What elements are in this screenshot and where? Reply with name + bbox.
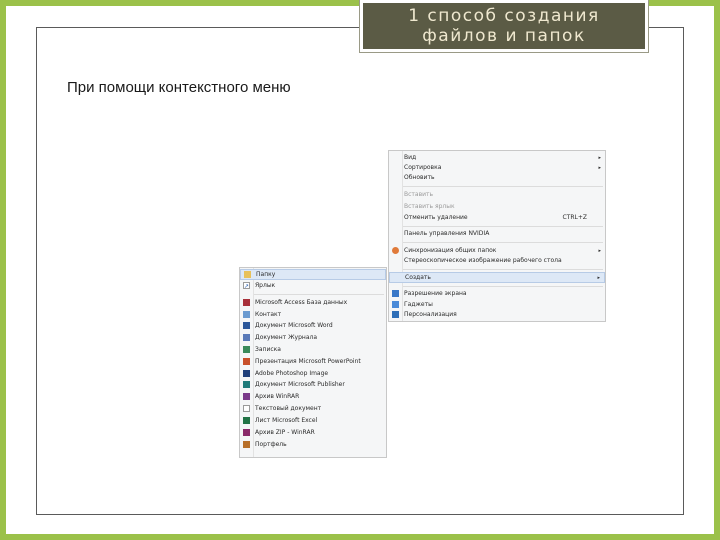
menu-item-label: Документ Журнала xyxy=(255,334,318,341)
menu-item-label: Архив ZIP - WinRAR xyxy=(255,429,315,436)
menu-item-gadgets[interactable]: Гаджеты xyxy=(389,300,605,310)
menu-item-stereo-desktop[interactable]: Стереоскопическое изображение рабочего с… xyxy=(389,256,605,266)
submenu-item-journal-doc[interactable]: Документ Журнала xyxy=(240,333,386,343)
menu-separator xyxy=(403,186,603,187)
menu-item-label: Папку xyxy=(256,271,276,278)
menu-separator xyxy=(403,286,603,287)
menu-item-paste-shortcut[interactable]: Вставить ярлык xyxy=(389,202,605,212)
menu-item-label: Панель управления NVIDIA xyxy=(404,230,490,237)
submenu-item-note[interactable]: Записка xyxy=(240,345,386,355)
submenu-item-photoshop[interactable]: Adobe Photoshop Image xyxy=(240,369,386,379)
menu-item-label: Вставить ярлык xyxy=(404,203,455,210)
menu-item-paste[interactable]: Вставить xyxy=(389,190,605,200)
submenu-item-text-doc[interactable]: Текстовый документ xyxy=(240,404,386,414)
menu-item-label: Персонализация xyxy=(404,311,457,318)
submenu-item-publisher[interactable]: Документ Microsoft Publisher xyxy=(240,380,386,390)
submenu-item-briefcase[interactable]: Портфель xyxy=(240,440,386,450)
text-document-icon xyxy=(243,405,250,412)
folder-icon xyxy=(244,271,251,278)
menu-item-label: Лист Microsoft Excel xyxy=(255,417,318,424)
briefcase-icon xyxy=(243,441,250,448)
menu-item-label: Гаджеты xyxy=(404,301,433,308)
menu-item-nvidia-panel[interactable]: Панель управления NVIDIA xyxy=(389,229,605,239)
menu-item-label: Вид xyxy=(404,154,417,161)
menu-item-label: Обновить xyxy=(404,174,435,181)
menu-item-personalization[interactable]: Персонализация xyxy=(389,310,605,320)
slide-title-line-2: файлов и папок xyxy=(422,26,586,46)
menu-item-label: Текстовый документ xyxy=(255,405,322,412)
menu-item-undo-delete[interactable]: Отменить удаление CTRL+Z xyxy=(389,213,605,223)
submenu-item-contact[interactable]: Контакт xyxy=(240,310,386,320)
menu-item-label: Контакт xyxy=(255,311,282,318)
submenu-item-shortcut[interactable]: ↗ Ярлык xyxy=(240,281,386,291)
monitor-icon xyxy=(392,290,399,297)
slide-subtitle: При помощи контекстного меню xyxy=(67,79,291,96)
menu-item-label: Отменить удаление xyxy=(404,214,468,221)
personalization-icon xyxy=(392,311,399,318)
submenu-arrow-icon: ▸ xyxy=(597,275,600,281)
sync-icon xyxy=(392,247,399,254)
contact-icon xyxy=(243,311,250,318)
photoshop-icon xyxy=(243,370,250,377)
gadgets-icon xyxy=(392,301,399,308)
menu-item-label: Архив WinRAR xyxy=(255,393,300,400)
excel-icon xyxy=(243,417,250,424)
publisher-icon xyxy=(243,381,250,388)
menu-item-label: Синхронизация общих папок xyxy=(404,247,497,254)
menu-item-label: Документ Microsoft Word xyxy=(255,322,333,329)
menu-item-label: Создать xyxy=(405,274,431,281)
submenu-item-powerpoint[interactable]: Презентация Microsoft PowerPoint xyxy=(240,357,386,367)
menu-item-label: Документ Microsoft Publisher xyxy=(255,381,345,388)
submenu-arrow-icon: ▸ xyxy=(598,165,601,171)
menu-item-label: Ярлык xyxy=(255,282,276,289)
note-icon xyxy=(243,346,250,353)
menu-item-refresh[interactable]: Обновить xyxy=(389,173,605,183)
submenu-item-zip[interactable]: Архив ZIP - WinRAR xyxy=(240,428,386,438)
menu-separator xyxy=(403,226,603,227)
menu-item-label: Стереоскопическое изображение рабочего с… xyxy=(404,257,562,264)
submenu-item-winrar[interactable]: Архив WinRAR xyxy=(240,392,386,402)
submenu-item-excel[interactable]: Лист Microsoft Excel xyxy=(240,416,386,426)
menu-item-label: Adobe Photoshop Image xyxy=(255,370,329,377)
menu-item-sync-folders[interactable]: Синхронизация общих папок ▸ xyxy=(389,246,605,256)
zip-archive-icon xyxy=(243,429,250,436)
submenu-arrow-icon: ▸ xyxy=(598,248,601,254)
submenu-item-folder[interactable]: Папку xyxy=(240,269,386,280)
menu-item-label: Портфель xyxy=(255,441,287,448)
slide-title-box: 1 способ создания файлов и папок xyxy=(360,0,648,52)
menu-item-sort[interactable]: Сортировка ▸ xyxy=(389,163,605,173)
menu-item-shortcut: CTRL+Z xyxy=(562,214,587,221)
menu-item-view[interactable]: Вид ▸ xyxy=(389,153,605,163)
menu-separator xyxy=(403,269,603,270)
menu-item-label: Вставить xyxy=(404,191,434,198)
shortcut-arrow-icon: ↗ xyxy=(243,282,250,290)
winrar-icon xyxy=(243,393,250,400)
slide-title-line-1: 1 способ создания xyxy=(408,6,600,26)
menu-item-label: Разрешение экрана xyxy=(404,290,467,297)
menu-item-label: Сортировка xyxy=(404,164,442,171)
access-icon xyxy=(243,299,250,306)
word-icon xyxy=(243,322,250,329)
submenu-arrow-icon: ▸ xyxy=(598,155,601,161)
powerpoint-icon xyxy=(243,358,250,365)
journal-icon xyxy=(243,334,250,341)
menu-separator xyxy=(403,242,603,243)
new-submenu: Папку ↗ Ярлык Microsoft Access База данн… xyxy=(239,267,387,458)
menu-item-label: Записка xyxy=(255,346,281,353)
menu-separator xyxy=(254,294,384,295)
submenu-item-access-db[interactable]: Microsoft Access База данных xyxy=(240,298,386,308)
menu-item-label: Презентация Microsoft PowerPoint xyxy=(255,358,361,365)
menu-item-screen-resolution[interactable]: Разрешение экрана xyxy=(389,289,605,299)
menu-item-label: Microsoft Access База данных xyxy=(255,299,348,306)
desktop-context-menu: Вид ▸ Сортировка ▸ Обновить Вставить Вст… xyxy=(388,150,606,322)
submenu-item-word-doc[interactable]: Документ Microsoft Word xyxy=(240,321,386,331)
menu-item-new[interactable]: Создать ▸ xyxy=(389,272,605,283)
